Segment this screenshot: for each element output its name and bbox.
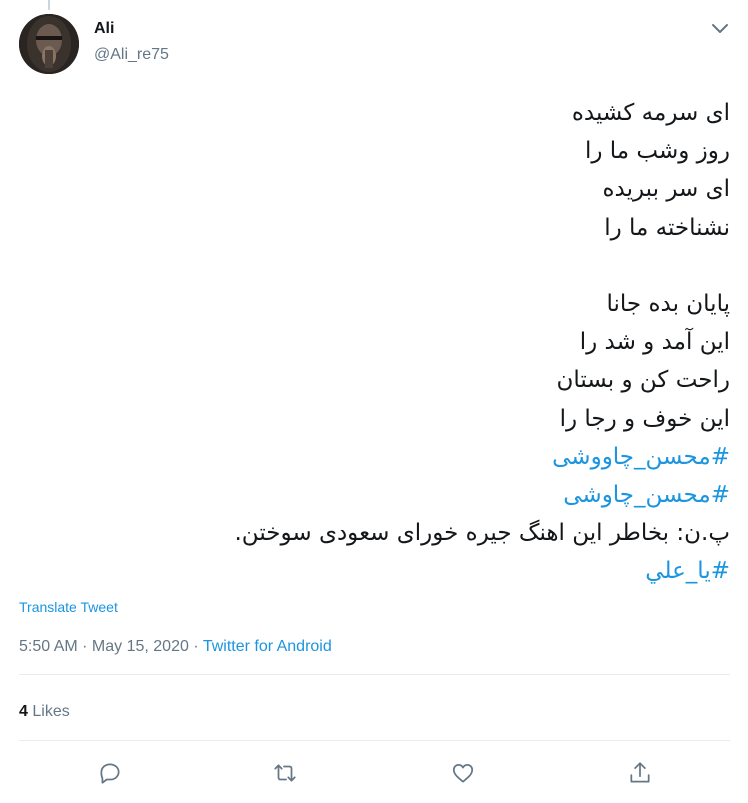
tweet-line: این آمد و شد را bbox=[579, 329, 730, 356]
like-icon[interactable] bbox=[450, 760, 476, 786]
tweet-line: ای سر ببریده bbox=[602, 176, 730, 203]
likes-count: 4 bbox=[19, 703, 28, 720]
divider bbox=[19, 740, 730, 741]
timestamp[interactable]: 5:50 AM · May 15, 2020 bbox=[19, 638, 189, 655]
reply-icon[interactable] bbox=[97, 760, 123, 786]
tweet-line: نشناخته ما را bbox=[604, 214, 730, 241]
author-name[interactable]: Ali bbox=[94, 20, 114, 38]
meta-separator: · bbox=[188, 638, 203, 655]
tweet-line: ای سرمه کشیده bbox=[571, 100, 730, 126]
avatar[interactable] bbox=[19, 14, 79, 74]
tweet-line: راحت کن و بستان bbox=[556, 367, 730, 394]
tweet-meta: 5:50 AM · May 15, 2020 · Twitter for And… bbox=[19, 638, 332, 656]
chevron-down-icon[interactable] bbox=[708, 16, 732, 40]
hashtag-link[interactable]: #محسن_چاوشی bbox=[563, 482, 730, 508]
hashtag-link[interactable]: #محسن_چاووشی bbox=[552, 444, 730, 470]
hashtag-link[interactable]: #يا_علي bbox=[645, 558, 730, 584]
tweet-line: پایان بده جانا bbox=[606, 290, 731, 317]
tweet-line: این خوف و رجا را bbox=[559, 405, 730, 432]
tweet-line: روز وشب ما را bbox=[584, 138, 730, 165]
tweet-footnote: پ.ن: بخاطر این اهنگ جیره خورای سعودی سوخ… bbox=[234, 520, 731, 547]
avatar-image bbox=[19, 14, 79, 74]
tweet-text: ای سرمه کشیده روز وشب ما را ای سر ببریده… bbox=[18, 94, 731, 590]
source-link[interactable]: Twitter for Android bbox=[203, 638, 332, 655]
share-icon[interactable] bbox=[627, 760, 653, 786]
translate-tweet-link[interactable]: Translate Tweet bbox=[19, 599, 118, 615]
retweet-icon[interactable] bbox=[272, 760, 298, 786]
thread-connector-line bbox=[48, 0, 50, 10]
likes-stat[interactable]: 4 Likes bbox=[19, 703, 70, 721]
divider bbox=[19, 674, 730, 675]
likes-label: Likes bbox=[32, 703, 70, 720]
author-handle[interactable]: @Ali_re75 bbox=[94, 46, 169, 64]
